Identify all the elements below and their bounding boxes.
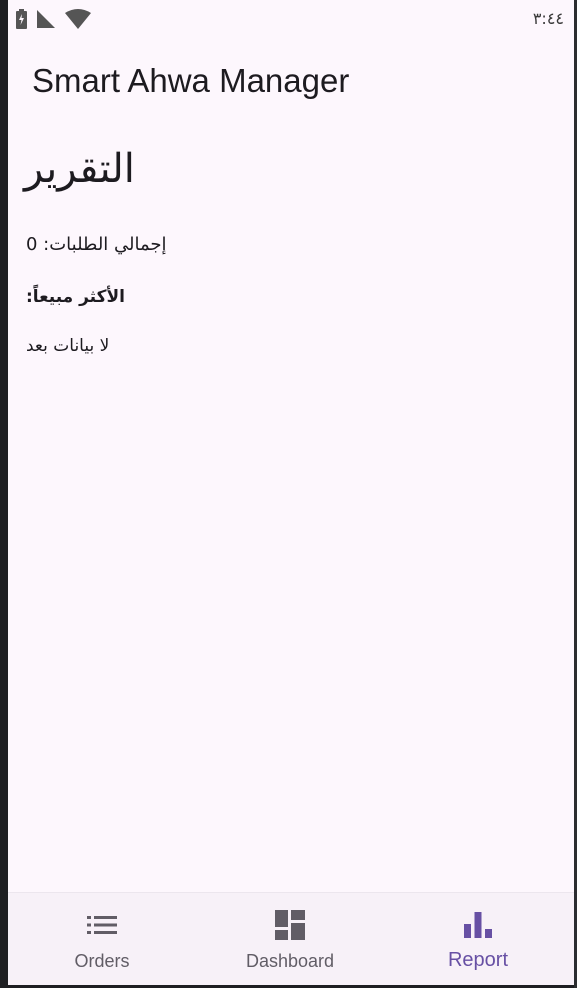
best-seller-label: الأكثر مبيعاً: [26,287,125,307]
nav-label-orders: Orders [74,951,130,971]
dashboard-icon [274,909,306,941]
status-icons [16,9,91,33]
bar-chart-icon [462,909,494,941]
cell-signal-icon [37,10,55,32]
status-time: ٣:٤٤ [532,9,564,28]
app-bar: Smart Ahwa Manager [8,40,574,126]
phone-screen: ٣:٤٤ Smart Ahwa Manager التقرير إجمالي ا… [8,0,574,985]
nav-item-report[interactable]: Report [384,893,572,985]
app-title: Smart Ahwa Manager [32,62,350,99]
battery-charging-icon [16,9,27,33]
nav-label-report: Report [447,949,509,971]
wifi-icon [65,9,91,33]
bottom-navigation: Orders Dashboard Report [8,892,574,985]
nav-label-dashboard: Dashboard [245,951,335,971]
report-heading: التقرير [24,146,135,192]
status-bar: ٣:٤٤ [8,0,574,40]
nav-item-orders[interactable]: Orders [8,893,196,985]
nav-item-dashboard[interactable]: Dashboard [196,893,384,985]
list-icon [86,909,118,941]
total-orders-text: إجمالي الطلبات: 0 [26,234,167,255]
no-data-text: لا بيانات بعد [26,336,110,356]
